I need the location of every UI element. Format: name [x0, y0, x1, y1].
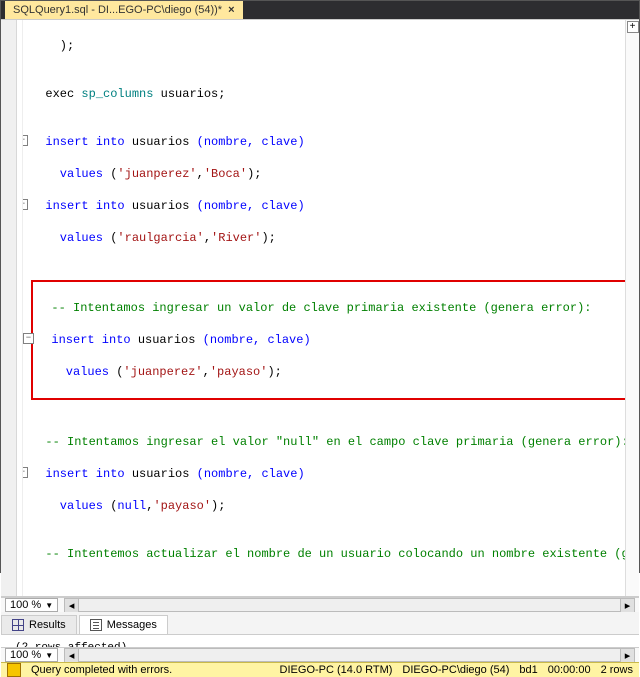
highlighted-code-block: -- Intentamos ingresar un valor de clave… [31, 280, 635, 400]
editor-zoom-row: 100 % ▼ ◂ ▸ [1, 597, 639, 612]
fold-icon[interactable]: − [23, 135, 28, 146]
document-tab-strip: SQLQuery1.sql - DI...EGO-PC\diego (54))*… [1, 1, 639, 19]
tab-results[interactable]: Results [1, 615, 77, 634]
chevron-down-icon: ▼ [45, 651, 53, 660]
fold-icon[interactable]: − [23, 467, 28, 478]
status-time: 00:00:00 [548, 664, 591, 676]
code-area[interactable]: ); exec sp_columns usuarios; − insert in… [23, 20, 639, 596]
result-tab-strip: Results Messages [1, 612, 639, 635]
messages-icon [90, 619, 102, 631]
editor-zoom-combo[interactable]: 100 % ▼ [5, 598, 58, 612]
horizontal-scrollbar[interactable]: ◂ ▸ [64, 648, 635, 662]
tab-label: Results [29, 619, 66, 631]
tab-messages[interactable]: Messages [79, 615, 168, 634]
close-icon[interactable]: × [228, 4, 234, 16]
scroll-left-icon[interactable]: ◂ [65, 649, 79, 662]
status-db: bd1 [519, 664, 537, 676]
messages-zoom-combo[interactable]: 100 % ▼ [5, 648, 58, 662]
chevron-down-icon: ▼ [45, 601, 53, 610]
grid-icon [12, 619, 24, 631]
status-server: DIEGO-PC (14.0 RTM) [280, 664, 393, 676]
messages-zoom-row: 100 % ▼ ◂ ▸ [1, 647, 639, 662]
document-tab-label: SQLQuery1.sql - DI...EGO-PC\diego (54))* [13, 4, 222, 16]
scroll-right-icon[interactable]: ▸ [620, 599, 634, 612]
messages-pane[interactable]: (2 rows affected) (1 row affected) Msg 2… [1, 635, 639, 647]
status-user: DIEGO-PC\diego (54) [402, 664, 509, 676]
scroll-right-icon[interactable]: ▸ [620, 649, 634, 662]
horizontal-scrollbar[interactable]: ◂ ▸ [64, 598, 635, 612]
fold-gutter [1, 20, 17, 596]
document-tab[interactable]: SQLQuery1.sql - DI...EGO-PC\diego (54))*… [5, 1, 243, 19]
status-rows: 2 rows [601, 664, 633, 676]
scroll-left-icon[interactable]: ◂ [65, 599, 79, 612]
warning-icon [7, 663, 21, 677]
tab-label: Messages [107, 619, 157, 631]
status-bar: Query completed with errors. DIEGO-PC (1… [1, 662, 639, 677]
zoom-value: 100 % [10, 649, 41, 661]
vertical-scroll-map[interactable]: + [625, 20, 639, 596]
split-icon[interactable]: + [627, 21, 639, 33]
zoom-value: 100 % [10, 599, 41, 611]
status-text: Query completed with errors. [31, 664, 172, 676]
fold-icon[interactable]: − [23, 333, 34, 344]
sql-editor: ); exec sp_columns usuarios; − insert in… [1, 19, 639, 597]
fold-icon[interactable]: − [23, 199, 28, 210]
